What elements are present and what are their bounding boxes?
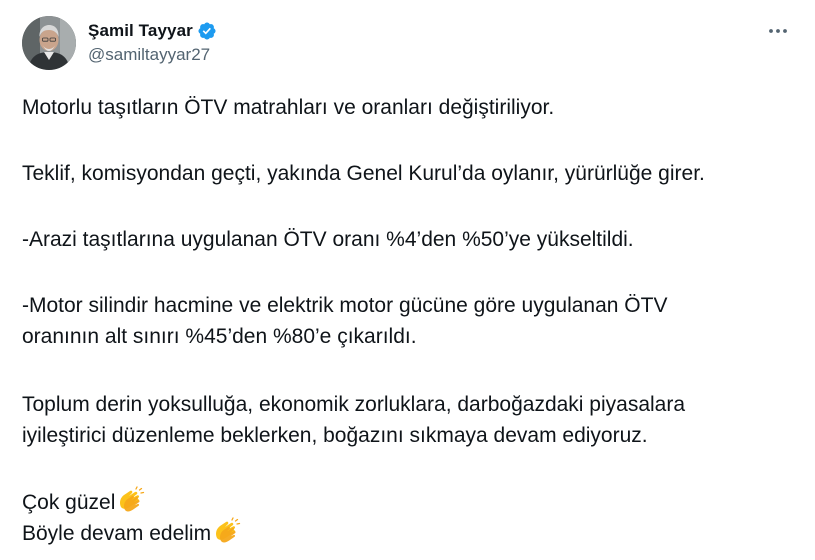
more-options-button[interactable] [763,20,793,42]
author-info: Şamil Tayyar @samiltayyar27 [88,20,217,65]
name-row: Şamil Tayyar [88,20,217,42]
clapping-hands-icon [212,517,242,547]
tweet-line-6: Çok güzel [22,491,116,514]
tweet-line-4b: oranının alt sınırı %45’den %80’e çıkarı… [22,325,417,348]
more-horizontal-icon [769,29,787,33]
avatar-image [22,16,76,70]
clapping-hands-icon [116,486,146,516]
verified-badge-icon[interactable] [197,21,217,41]
tweet-line-5a: Toplum derin yoksulluğa, ekonomik zorluk… [22,393,686,416]
tweet-line-5b: iyileştirici düzenleme beklerken, boğazı… [22,424,648,447]
author-handle[interactable]: @samiltayyar27 [88,45,217,65]
tweet-line-1: Motorlu taşıtların ÖTV matrahları ve ora… [22,96,555,119]
tweet-line-7-wrap: Böyle devam edelim [22,517,792,548]
tweet-line-4a: -Motor silindir hacmine ve elektrik moto… [22,294,668,317]
tweet: Şamil Tayyar @samiltayyar27 Motorlu taşı… [0,0,815,560]
tweet-text: Motorlu taşıtların ÖTV matrahları ve ora… [22,92,792,548]
tweet-line-7: Böyle devam edelim [22,522,212,545]
tweet-header: Şamil Tayyar @samiltayyar27 [22,16,793,72]
tweet-line-3: -Arazi taşıtlarına uygulanan ÖTV oranı %… [22,228,634,251]
tweet-line-6-wrap: Çok güzel [22,486,792,517]
author-display-name[interactable]: Şamil Tayyar [88,21,193,41]
avatar[interactable] [22,16,76,70]
tweet-line-2: Teklif, komisyondan geçti, yakında Genel… [22,162,705,185]
